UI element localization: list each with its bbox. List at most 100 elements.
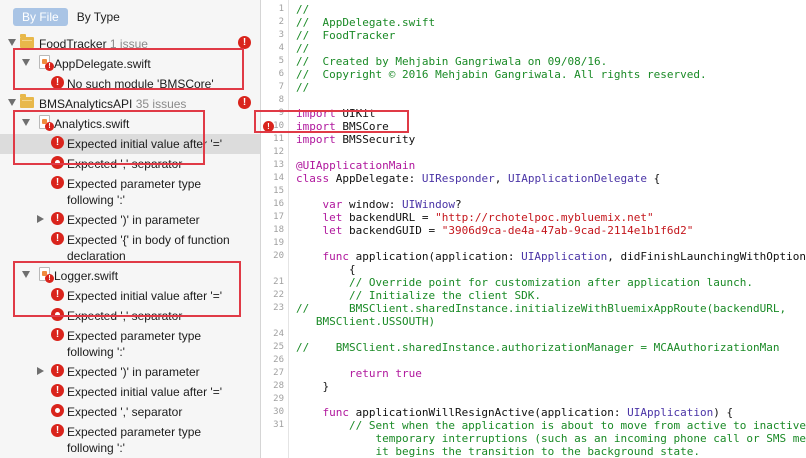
file-name: Analytics.swift <box>54 117 130 131</box>
code-token: // BMSClient.sharedInstance.initializeWi… <box>296 302 787 315</box>
disclosure-triangle-icon[interactable] <box>22 119 30 126</box>
line-number: 23 <box>273 303 284 313</box>
line-number: 15 <box>273 186 284 196</box>
code-token: var <box>296 198 343 211</box>
project-group-row[interactable]: FoodTracker 1 issue! <box>0 34 260 54</box>
code-token: // Initialize the client SDK. <box>296 289 542 302</box>
code-token: backendURL = <box>342 211 436 224</box>
source-editor[interactable]: 1 2 3 4 5 6 7 8 9 10! 11 12 13 14 15 16 17 18 19 20 21 22 23 24… <box>262 0 806 458</box>
gutter-error-icon[interactable]: ! <box>263 121 274 132</box>
issue-row[interactable]: ! Expected parameter type following ':' <box>0 174 260 210</box>
line-number: 26 <box>273 355 284 365</box>
file-group-row[interactable]: ! Logger.swift <box>0 266 260 286</box>
code-token: "http://rchotelpoc.mybluemix.net" <box>435 211 654 224</box>
project-folder-icon <box>20 94 34 108</box>
code-token: it begins the transition to the backgrou… <box>296 445 700 458</box>
code-token: ? <box>454 198 462 211</box>
code-line: temporary interruptions (such as an inco… <box>296 432 806 445</box>
issue-message: Expected '{' in body of function <box>67 233 230 247</box>
disclosure-triangle-icon[interactable] <box>8 39 16 46</box>
line-number: 7 <box>278 82 284 92</box>
code-token: import <box>296 107 336 120</box>
project-group-row[interactable]: BMSAnalyticsAPI 35 issues! <box>0 94 260 114</box>
code-line: class AppDelegate: UIResponder, UIApplic… <box>296 172 806 185</box>
code-token: UIApplication <box>627 406 714 419</box>
error-icon: ! <box>51 176 64 189</box>
tab-by-type[interactable]: By Type <box>68 8 129 26</box>
disclosure-triangle-icon[interactable] <box>22 271 30 278</box>
file-error-badge-icon: ! <box>45 274 54 283</box>
issue-row[interactable]: ! Expected initial value after '=' <box>0 382 260 402</box>
code-token: // AppDelegate.swift <box>296 16 436 29</box>
code-line: // BMSClient.sharedInstance.initializeWi… <box>296 302 806 315</box>
issue-row[interactable]: ! Expected parameter type following ':' <box>0 326 260 362</box>
code-line: func application(application: UIApplicat… <box>296 250 806 263</box>
code-token: application(application: <box>348 250 522 263</box>
line-number: 25 <box>273 342 284 352</box>
code-token: class <box>296 172 330 185</box>
file-group-row[interactable]: ! AppDelegate.swift <box>0 54 260 74</box>
code-token: // <box>296 42 310 55</box>
disclosure-triangle-icon[interactable] <box>37 215 44 223</box>
line-number: 20 <box>273 251 284 261</box>
issue-row[interactable]: ! Expected parameter type following ':' <box>0 422 260 458</box>
issue-row[interactable]: ! Expected initial value after '=' <box>0 134 260 154</box>
line-number: 22 <box>273 290 284 300</box>
code-token: window: <box>342 198 402 211</box>
code-token: ) { <box>713 406 734 419</box>
issue-row[interactable]: ! Expected ')' in parameter <box>0 210 260 230</box>
line-number: 21 <box>273 277 284 287</box>
code-token: BMSCore <box>335 120 389 133</box>
code-token: import <box>296 133 336 146</box>
issue-message: Expected parameter type <box>67 329 202 343</box>
issue-row[interactable]: ! Expected ')' in parameter <box>0 362 260 382</box>
line-number: 27 <box>273 368 284 378</box>
code-token: BMSClient.USSOUTH) <box>296 315 436 328</box>
file-group-row[interactable]: ! Analytics.swift <box>0 114 260 134</box>
line-number: 3 <box>278 30 284 40</box>
line-number: 24 <box>273 329 284 339</box>
disclosure-triangle-icon[interactable] <box>8 99 16 106</box>
line-number: 11 <box>273 134 284 144</box>
issue-row[interactable]: ! Expected '{' in body of function declara… <box>0 230 260 266</box>
issue-row[interactable]: ! Expected initial value after '=' <box>0 286 260 306</box>
file-error-badge-icon: ! <box>45 62 54 71</box>
issue-message: Expected ',' separator <box>67 405 183 419</box>
line-number: 30 <box>273 407 284 417</box>
issue-row[interactable]: Expected ',' separator <box>0 402 260 422</box>
code-token: } <box>296 380 330 393</box>
error-dot-icon <box>51 156 64 169</box>
code-line: // <box>296 81 806 94</box>
project-name-label: BMSAnalyticsAPI <box>39 97 133 111</box>
code-token: , didFinishLaunchingWithOption <box>607 250 806 263</box>
code-token: // FoodTracker <box>296 29 396 42</box>
code-line: @UIApplicationMain <box>296 159 806 172</box>
error-icon: ! <box>51 424 64 437</box>
disclosure-triangle-icon[interactable] <box>37 367 44 375</box>
issue-message: Expected ',' separator <box>67 309 183 323</box>
issue-row[interactable]: Expected ',' separator <box>0 154 260 174</box>
line-number: 1 <box>278 4 284 14</box>
error-icon: ! <box>51 76 64 89</box>
code-token: import <box>296 120 336 133</box>
code-token: let <box>296 211 343 224</box>
code-line: { <box>296 263 806 276</box>
disclosure-triangle-icon[interactable] <box>22 59 30 66</box>
line-number: 31 <box>273 420 284 430</box>
code-token: let <box>296 224 343 237</box>
navigator-segmented-control: By File By Type <box>13 8 129 26</box>
issue-row[interactable]: Expected ',' separator <box>0 306 260 326</box>
line-number: 29 <box>273 394 284 404</box>
issue-navigator: By File By Type FoodTracker 1 issue!! App… <box>0 0 261 458</box>
tab-by-file[interactable]: By File <box>13 8 68 26</box>
code-line: var window: UIWindow? <box>296 198 806 211</box>
issue-row[interactable]: ! No such module 'BMSCore' <box>0 74 260 94</box>
code-token: backendGUID = <box>342 224 442 237</box>
error-icon: ! <box>51 364 64 377</box>
code-line: } <box>296 380 806 393</box>
line-number: 19 <box>273 238 284 248</box>
error-badge-icon: ! <box>238 36 251 49</box>
code-line: // <box>296 3 806 16</box>
code-line: import BMSCore <box>296 120 806 133</box>
issue-count: 1 issue <box>109 37 148 51</box>
